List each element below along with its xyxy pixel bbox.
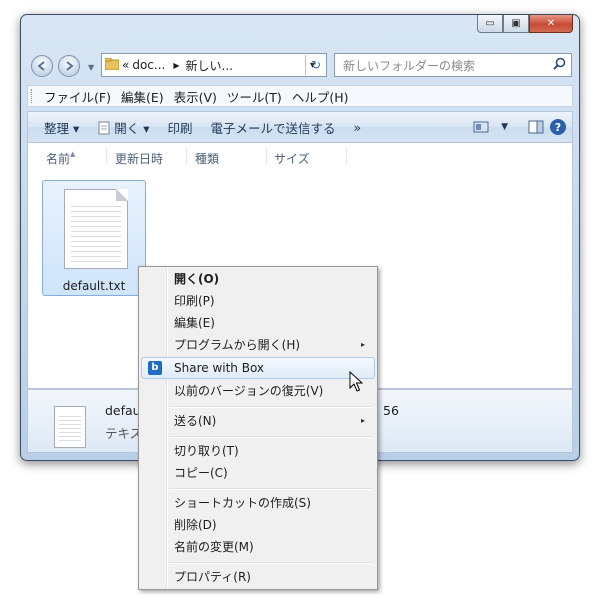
refresh-icon: ↻ — [310, 58, 322, 72]
caption-buttons: ▭ ▣ ✕ — [477, 15, 573, 33]
maximize-button[interactable]: ▣ — [503, 15, 529, 33]
view-controls: ▼ ? — [467, 119, 572, 135]
text-file-icon — [64, 189, 128, 269]
ctx-rename[interactable]: 名前の変更(M) — [141, 536, 375, 558]
print-button[interactable]: 印刷 — [159, 118, 202, 137]
menu-edit[interactable]: 編集(E) — [116, 87, 169, 106]
ctx-share-with-box[interactable]: b Share with Box — [141, 357, 375, 379]
file-item-default-txt[interactable]: default.txt — [42, 180, 146, 296]
address-bar[interactable]: « doc... ▶ 新しい... ▾ — [101, 53, 327, 77]
ctx-open-with[interactable]: プログラムから開く(H) ▸ — [141, 334, 375, 356]
menu-bar: ファイル(F) 編集(E) 表示(V) ツール(T) ヘルプ(H) — [27, 85, 573, 107]
open-label: 開く ▾ — [114, 120, 150, 136]
column-type[interactable]: 種類 — [195, 150, 219, 167]
view-dropdown-icon[interactable]: ▼ — [501, 122, 508, 132]
search-placeholder: 新しいフォルダーの検索 — [343, 58, 476, 73]
ctx-copy[interactable]: コピー(C) — [141, 462, 375, 484]
preview-pane-icon[interactable] — [528, 120, 544, 134]
back-arrow-icon — [37, 61, 45, 71]
column-header: ▲ 名前 更新日時 種類 サイズ — [28, 143, 572, 169]
box-icon: b — [148, 361, 162, 375]
forward-button[interactable] — [58, 55, 80, 77]
ctx-edit[interactable]: 編集(E) — [141, 312, 375, 334]
menu-grip — [31, 89, 35, 103]
ctx-open[interactable]: 開く(O) — [141, 268, 375, 290]
breadcrumb-new-folder[interactable]: 新しい... — [186, 57, 233, 74]
breadcrumb-separator-icon[interactable]: ▶ — [173, 61, 179, 70]
address-prefix: « — [122, 58, 130, 72]
breadcrumb-docs[interactable]: doc... — [132, 58, 165, 72]
command-bar: 整理 ▾ 開く ▾ 印刷 電子メールで送信する » ▼ ? — [27, 111, 573, 143]
forward-arrow-icon — [66, 61, 74, 71]
menu-tools[interactable]: ツール(T) — [222, 87, 287, 106]
submenu-arrow-icon: ▸ — [360, 416, 365, 425]
ctx-cut[interactable]: 切り取り(T) — [141, 440, 375, 462]
column-separator[interactable] — [186, 148, 187, 164]
details-modified-time: 56 — [383, 403, 399, 418]
column-separator[interactable] — [346, 148, 347, 164]
column-separator[interactable] — [266, 148, 267, 164]
email-button[interactable]: 電子メールで送信する — [202, 118, 345, 137]
menu-separator — [169, 488, 373, 490]
menu-help[interactable]: ヘルプ(H) — [287, 87, 354, 106]
mouse-cursor-icon — [349, 371, 363, 392]
menu-file[interactable]: ファイル(F) — [39, 87, 116, 106]
refresh-button[interactable]: ↻ — [305, 55, 326, 75]
ctx-print[interactable]: 印刷(P) — [141, 290, 375, 312]
ctx-send-to[interactable]: 送る(N) ▸ — [141, 410, 375, 432]
column-modified[interactable]: 更新日時 — [115, 150, 163, 167]
change-view-icon[interactable] — [473, 121, 489, 133]
ctx-delete[interactable]: 削除(D) — [141, 514, 375, 536]
menu-separator — [169, 562, 373, 564]
menu-separator — [169, 406, 373, 408]
context-menu: 開く(O) 印刷(P) 編集(E) プログラムから開く(H) ▸ b Share… — [138, 266, 378, 590]
search-input[interactable]: 新しいフォルダーの検索 — [334, 53, 572, 77]
submenu-arrow-icon: ▸ — [360, 340, 365, 349]
details-file-icon — [54, 406, 86, 448]
folder-icon — [104, 57, 120, 73]
recent-pages-dropdown[interactable]: ▼ — [88, 63, 94, 72]
help-icon[interactable]: ? — [550, 119, 566, 135]
search-icon[interactable] — [553, 57, 566, 74]
details-file-type: テキス — [105, 426, 143, 441]
close-button[interactable]: ✕ — [529, 15, 573, 33]
file-name-label: default.txt — [62, 279, 126, 293]
more-commands-button[interactable]: » — [345, 120, 371, 135]
notepad-icon — [98, 121, 110, 134]
ctx-create-shortcut[interactable]: ショートカットの作成(S) — [141, 492, 375, 514]
column-separator[interactable] — [106, 148, 107, 164]
details-file-name: defau — [105, 403, 141, 418]
menu-separator — [169, 436, 373, 438]
ctx-properties[interactable]: プロパティ(R) — [141, 566, 375, 588]
organize-button[interactable]: 整理 ▾ — [28, 118, 88, 137]
column-size[interactable]: サイズ — [274, 150, 310, 167]
open-button[interactable]: 開く ▾ — [88, 118, 158, 137]
back-button[interactable] — [31, 55, 53, 77]
minimize-button[interactable]: ▭ — [477, 15, 503, 33]
menu-view[interactable]: 表示(V) — [169, 87, 222, 106]
sort-ascending-icon: ▲ — [70, 150, 76, 158]
column-name[interactable]: 名前 — [46, 150, 70, 167]
ctx-restore-previous-versions[interactable]: 以前のバージョンの復元(V) — [141, 380, 375, 402]
